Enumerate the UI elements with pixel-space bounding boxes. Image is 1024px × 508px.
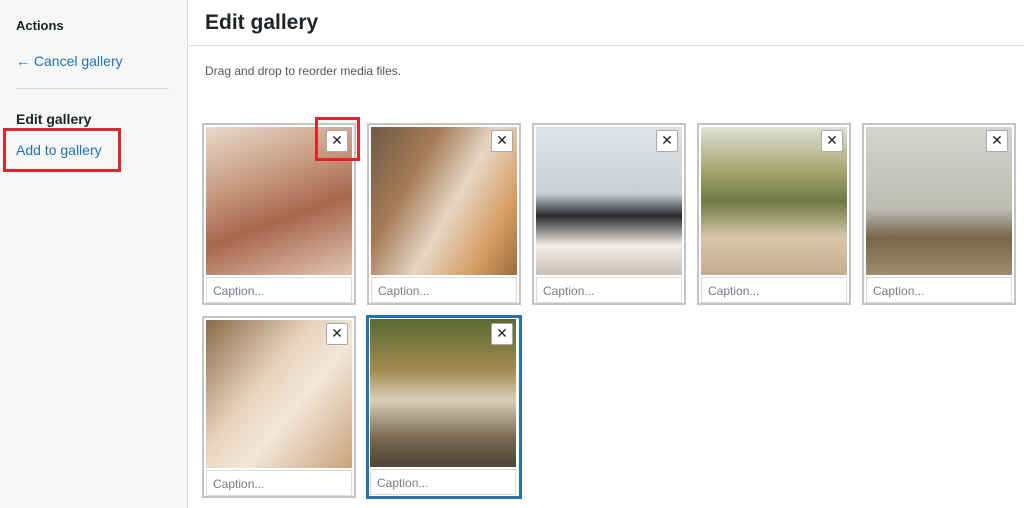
sidebar-section-title: Edit gallery: [16, 111, 92, 127]
caption-input[interactable]: Caption...: [866, 277, 1012, 303]
close-icon[interactable]: ✕: [326, 323, 348, 345]
cancel-gallery-link[interactable]: ← Cancel gallery: [16, 53, 123, 69]
close-icon[interactable]: ✕: [491, 323, 513, 345]
gallery-item-selected[interactable]: Caption... ✕: [366, 315, 522, 499]
instructions-text: Drag and drop to reorder media files.: [205, 64, 402, 78]
caption-input[interactable]: Caption...: [370, 469, 516, 495]
add-to-gallery-link[interactable]: Add to gallery: [16, 142, 102, 158]
caption-input[interactable]: Caption...: [536, 277, 682, 303]
sidebar: Actions ← Cancel gallery Edit gallery Ad…: [0, 0, 188, 508]
close-icon[interactable]: ✕: [821, 130, 843, 152]
close-icon[interactable]: ✕: [986, 130, 1008, 152]
gallery-item[interactable]: Caption... ✕: [862, 123, 1016, 305]
caption-input[interactable]: Caption...: [206, 277, 352, 303]
close-icon[interactable]: ✕: [656, 130, 678, 152]
close-icon[interactable]: ✕: [491, 130, 513, 152]
close-icon[interactable]: ✕: [326, 130, 348, 152]
page-title: Edit gallery: [205, 11, 319, 34]
header-divider: [189, 45, 1024, 46]
caption-input[interactable]: Caption...: [371, 277, 517, 303]
gallery-item[interactable]: Caption... ✕: [202, 123, 356, 305]
caption-input[interactable]: Caption...: [701, 277, 847, 303]
caption-input[interactable]: Caption...: [206, 470, 352, 496]
gallery-item[interactable]: Caption... ✕: [697, 123, 851, 305]
gallery-item[interactable]: Caption... ✕: [532, 123, 686, 305]
sidebar-heading: Actions: [16, 18, 64, 33]
sidebar-divider: [16, 88, 169, 89]
gallery-item[interactable]: Caption... ✕: [202, 316, 356, 498]
gallery-item[interactable]: Caption... ✕: [367, 123, 521, 305]
